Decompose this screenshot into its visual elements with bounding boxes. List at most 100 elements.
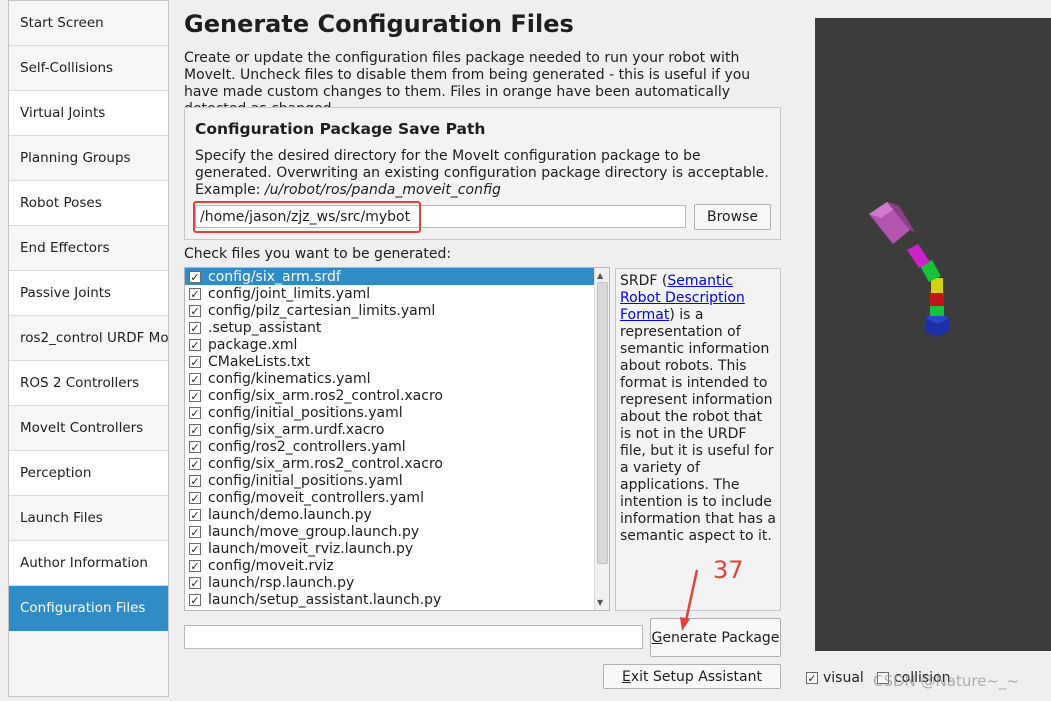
file-list-item[interactable]: ✓ config/moveit.rviz [185,557,609,574]
save-path-example: /u/robot/ros/panda_moveit_config [264,182,501,198]
sidebar-item-label: Robot Poses [20,195,102,211]
file-checkbox-icon[interactable]: ✓ [189,270,201,283]
file-checkbox-icon[interactable]: ✓ [189,304,201,317]
sidebar-item-virtual-joints[interactable]: Virtual Joints [9,91,168,136]
sidebar-item-label: Perception [20,465,92,481]
save-path-input[interactable] [195,205,686,228]
file-name: CMakeLists.txt [208,353,311,370]
file-list-item[interactable]: ✓ config/six_arm.urdf.xacro [185,421,609,438]
file-list-item[interactable]: ✓ launch/demo.launch.py [185,506,609,523]
file-checkbox-icon[interactable]: ✓ [189,406,201,419]
file-list-item[interactable]: ✓ config/moveit_controllers.yaml [185,489,609,506]
file-name: config/moveit.rviz [208,557,334,574]
file-name: config/six_arm.ros2_control.xacro [208,387,443,404]
file-name: launch/move_group.launch.py [208,523,420,540]
file-list-item[interactable]: ✓ config/six_arm.ros2_control.xacro [185,455,609,472]
browse-button[interactable]: Browse [694,204,771,230]
sidebar-item-label: Self-Collisions [20,60,114,76]
file-list-item[interactable]: ✓ CMakeLists.txt [185,353,609,370]
sidebar-item-passive-joints[interactable]: Passive Joints [9,271,168,316]
file-list-item[interactable]: ✓ config/six_arm.srdf [185,268,609,285]
sidebar-item-start-screen[interactable]: Start Screen [9,1,168,46]
file-list-item[interactable]: ✓ launch/rsp.launch.py [185,574,609,591]
file-name: config/six_arm.srdf [208,268,341,285]
sidebar-item-self-collisions[interactable]: Self-Collisions [9,46,168,91]
sidebar-item-robot-poses[interactable]: Robot Poses [9,181,168,226]
sidebar-item-planning-groups[interactable]: Planning Groups [9,136,168,181]
file-name: config/pilz_cartesian_limits.yaml [208,302,436,319]
exit-setup-assistant-button[interactable]: Exit Setup Assistant [603,664,781,689]
annotation-number: 37 [713,556,744,584]
file-list[interactable]: ✓ config/six_arm.srdf ✓ config/joint_limits… [184,267,610,611]
sidebar-item-perception[interactable]: Perception [9,451,168,496]
file-checkbox-icon[interactable]: ✓ [189,440,201,453]
file-name: config/six_arm.ros2_control.xacro [208,455,443,472]
status-field[interactable] [184,625,643,649]
file-description-prefix: SRDF ( [620,273,668,289]
file-checkbox-icon[interactable]: ✓ [189,593,201,606]
file-checkbox-icon[interactable]: ✓ [189,423,201,436]
sidebar-item-moveit-controllers[interactable]: MoveIt Controllers [9,406,168,451]
files-label: Check files you want to be generated: [184,246,452,262]
file-list-item[interactable]: ✓ config/six_arm.ros2_control.xacro [185,387,609,404]
sidebar-item-configuration-files[interactable]: Configuration Files [9,586,168,631]
file-name: package.xml [208,336,298,353]
file-checkbox-icon[interactable]: ✓ [189,559,201,572]
exit-accelerator: E [622,668,631,685]
save-path-description: Specify the desired directory for the Mo… [195,148,770,199]
file-name: config/joint_limits.yaml [208,285,371,302]
file-name: config/six_arm.urdf.xacro [208,421,385,438]
file-checkbox-icon[interactable]: ✓ [189,389,201,402]
file-checkbox-icon[interactable]: ✓ [189,474,201,487]
file-checkbox-icon[interactable]: ✓ [189,372,201,385]
scroll-down-icon[interactable]: ▼ [597,598,603,607]
file-checkbox-icon[interactable]: ✓ [189,542,201,555]
file-list-item[interactable]: ✓ config/joint_limits.yaml [185,285,609,302]
file-list-item[interactable]: ✓ config/initial_positions.yaml [185,472,609,489]
sidebar-item-label: End Effectors [20,240,110,256]
sidebar-item-label: ros2_control URDF Mod [20,330,168,346]
file-name: config/ros2_controllers.yaml [208,438,406,455]
sidebar-item-launch-files[interactable]: Launch Files [9,496,168,541]
file-list-item[interactable]: ✓ config/initial_positions.yaml [185,404,609,421]
file-checkbox-icon[interactable]: ✓ [189,508,201,521]
sidebar-item-label: Virtual Joints [20,105,106,121]
file-description-suffix: ) is a representation of semantic inform… [620,307,776,544]
file-checkbox-icon[interactable]: ✓ [189,321,201,334]
file-checkbox-icon[interactable]: ✓ [189,525,201,538]
file-checkbox-icon[interactable]: ✓ [189,287,201,300]
sidebar-item-author-information[interactable]: Author Information [9,541,168,586]
file-checkbox-icon[interactable]: ✓ [189,338,201,351]
file-checkbox-icon[interactable]: ✓ [189,355,201,368]
file-checkbox-icon[interactable]: ✓ [189,457,201,470]
sidebar-item-label: MoveIt Controllers [20,420,144,436]
file-list-item[interactable]: ✓ launch/move_group.launch.py [185,523,609,540]
exit-label: xit Setup Assistant [630,668,762,685]
file-name: launch/moveit_rviz.launch.py [208,540,414,557]
sidebar: Start Screen Self-Collisions Virtual Joi… [8,0,169,697]
file-list-scrollbar[interactable]: ▲ ▼ [594,268,609,610]
scroll-up-icon[interactable]: ▲ [597,271,603,280]
file-list-item[interactable]: ✓ launch/setup_assistant.launch.py [185,591,609,608]
file-name: launch/rsp.launch.py [208,574,355,591]
file-list-item[interactable]: ✓ config/ros2_controllers.yaml [185,438,609,455]
page-title: Generate Configuration Files [184,10,574,38]
file-list-item[interactable]: ✓ .setup_assistant [185,319,609,336]
file-list-item[interactable]: ✓ package.xml [185,336,609,353]
sidebar-item-label: Configuration Files [20,600,146,616]
file-checkbox-icon[interactable]: ✓ [189,576,201,589]
visual-check-icon: ✓ [806,672,818,685]
visual-checkbox[interactable]: ✓ visual [806,670,864,686]
file-list-item[interactable]: ✓ config/kinematics.yaml [185,370,609,387]
scrollbar-thumb[interactable] [597,282,608,564]
file-list-item[interactable]: ✓ launch/moveit_rviz.launch.py [185,540,609,557]
file-checkbox-icon[interactable]: ✓ [189,491,201,504]
sidebar-item-ros2-control-urdf[interactable]: ros2_control URDF Mod [9,316,168,361]
watermark: CSDN @Nature~_~ [873,672,1020,690]
robot-model [869,202,949,337]
file-list-item[interactable]: ✓ config/pilz_cartesian_limits.yaml [185,302,609,319]
robot-viewport[interactable] [815,18,1051,651]
save-path-title: Configuration Package Save Path [195,120,486,138]
sidebar-item-end-effectors[interactable]: End Effectors [9,226,168,271]
sidebar-item-ros2-controllers[interactable]: ROS 2 Controllers [9,361,168,406]
